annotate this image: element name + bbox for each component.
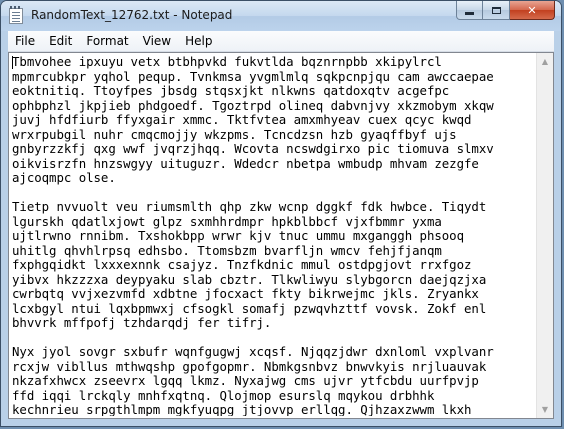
title-bar[interactable]: RandomText_12762.txt - Notepad ✕ — [1, 1, 561, 31]
minimize-icon — [465, 11, 474, 15]
menu-edit[interactable]: Edit — [42, 31, 79, 51]
menu-format[interactable]: Format — [79, 31, 135, 51]
menu-help[interactable]: Help — [178, 31, 219, 51]
menu-file[interactable]: File — [8, 31, 42, 51]
vertical-scrollbar[interactable]: ▲ ▼ — [536, 53, 553, 418]
window-title: RandomText_12762.txt - Notepad — [31, 8, 233, 22]
notepad-window: RandomText_12762.txt - Notepad ✕ File Ed… — [0, 0, 562, 427]
menu-bar: File Edit Format View Help — [8, 31, 554, 52]
text-caret — [12, 56, 13, 69]
close-icon: ✕ — [527, 3, 537, 17]
text-editor[interactable]: Tbmvohee ipxuyu vetx btbhpvkd fukvtlda b… — [8, 52, 554, 419]
notepad-icon[interactable] — [9, 6, 23, 24]
caption-buttons: ✕ — [456, 1, 555, 21]
document-text[interactable]: Tbmvohee ipxuyu vetx btbhpvkd fukvtlda b… — [12, 55, 535, 416]
menu-view[interactable]: View — [136, 31, 178, 51]
maximize-button[interactable] — [483, 1, 510, 20]
scroll-up-arrow-icon[interactable]: ▲ — [537, 53, 553, 70]
minimize-button[interactable] — [456, 1, 483, 20]
close-button[interactable]: ✕ — [510, 1, 555, 20]
scroll-down-arrow-icon[interactable]: ▼ — [537, 401, 553, 418]
maximize-icon — [491, 6, 501, 14]
